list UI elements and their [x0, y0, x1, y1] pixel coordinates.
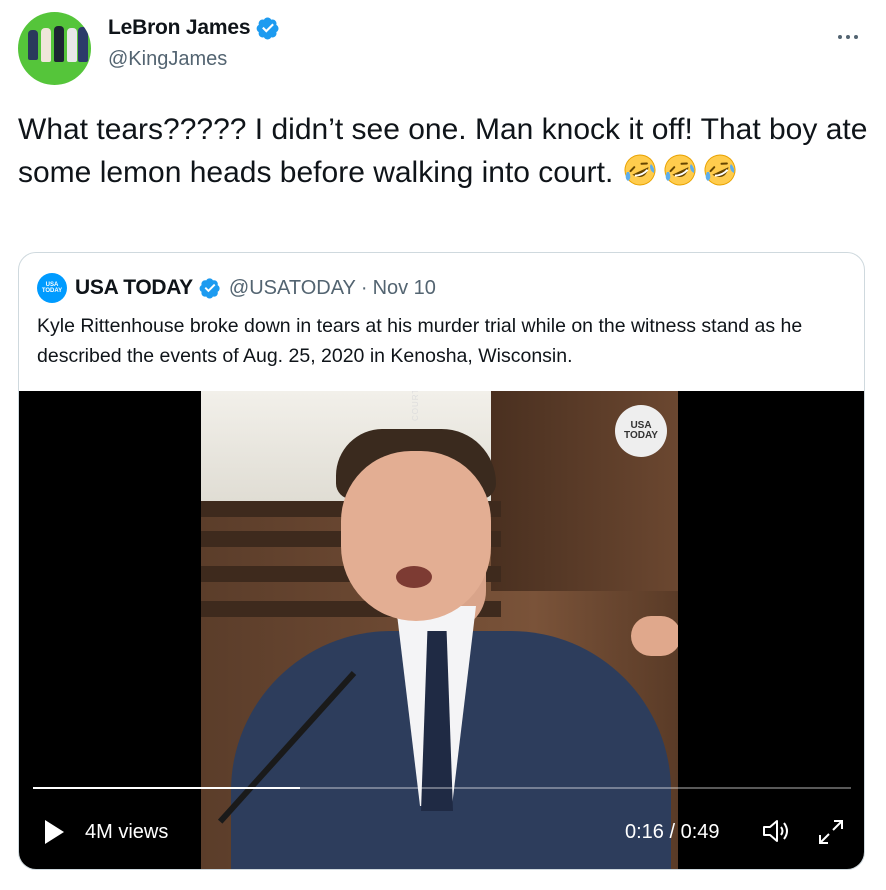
quoted-tweet-card[interactable]: USA TODAY USA TODAY @USATODAY · Nov 10 K…: [18, 252, 865, 870]
video-controls: 4M views 0:16 / 0:49: [19, 811, 864, 851]
video-progress-bar[interactable]: [33, 787, 851, 789]
quoted-handle[interactable]: @USATODAY: [229, 277, 356, 300]
author-name-row: LeBron James: [108, 16, 280, 40]
usatoday-avatar[interactable]: USA TODAY: [37, 273, 67, 303]
quoted-verified-badge-icon: [199, 278, 220, 299]
video-frame: COURTTV: [201, 391, 678, 869]
usatoday-video-badge: USA TODAY: [615, 405, 667, 457]
view-count: 4M views: [85, 821, 169, 843]
quoted-display-name[interactable]: USA TODAY: [75, 276, 193, 300]
emoji-group: [622, 154, 742, 189]
courttv-watermark: COURTTV: [411, 391, 420, 421]
rolling-on-floor-laughing-icon: [704, 154, 736, 186]
fullscreen-icon[interactable]: [816, 817, 846, 847]
avatar-text-today: TODAY: [41, 288, 63, 294]
quoted-tweet-header: USA TODAY USA TODAY @USATODAY · Nov 10: [37, 273, 436, 303]
video-time: 0:16 / 0:49: [625, 821, 720, 843]
more-options-icon[interactable]: [836, 26, 866, 40]
video-progress-fill: [33, 787, 300, 789]
rolling-on-floor-laughing-icon: [624, 154, 656, 186]
volume-icon[interactable]: [761, 817, 791, 845]
video-player[interactable]: COURTTV USA TODAY 4M views 0:16 / 0:49: [19, 391, 864, 869]
badge-text-today: TODAY: [624, 430, 658, 441]
author-avatar[interactable]: [18, 12, 91, 85]
rolling-on-floor-laughing-icon: [664, 154, 696, 186]
quoted-tweet-text: Kyle Rittenhouse broke down in tears at …: [37, 315, 803, 367]
meta-separator: ·: [360, 276, 368, 299]
author-handle[interactable]: @KingJames: [108, 48, 227, 71]
quoted-date[interactable]: Nov 10: [373, 277, 436, 300]
tweet-text: What tears????? I didn’t see one. Man kn…: [18, 108, 868, 194]
author-display-name[interactable]: LeBron James: [108, 16, 251, 40]
verified-badge-icon: [256, 17, 279, 40]
play-icon[interactable]: [43, 819, 65, 845]
